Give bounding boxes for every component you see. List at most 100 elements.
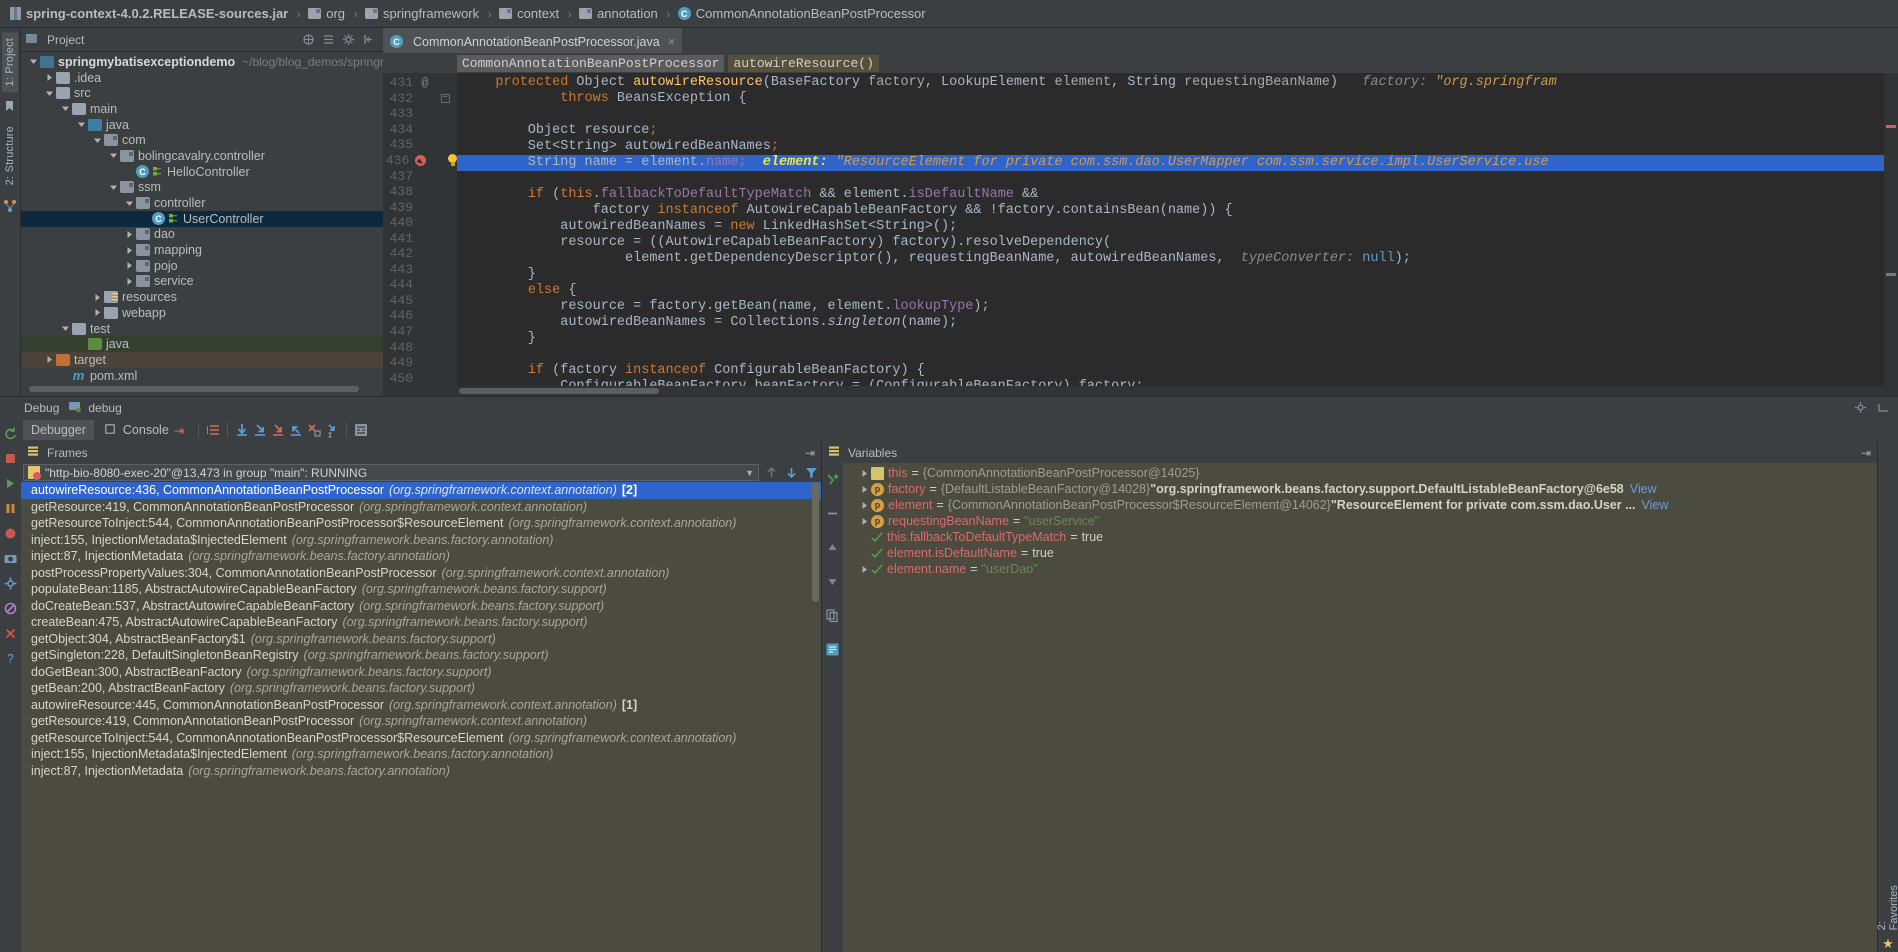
chevron-down-icon[interactable]: ▼: [745, 468, 754, 478]
frame-row[interactable]: inject:155, InjectionMetadata$InjectedEl…: [21, 746, 821, 763]
star-icon[interactable]: ★: [1882, 936, 1894, 952]
gutter-line-439[interactable]: 439: [383, 199, 457, 215]
prev-frame-icon[interactable]: [764, 465, 779, 480]
copy-icon[interactable]: [825, 608, 840, 623]
step-over-icon[interactable]: [234, 422, 250, 438]
tool-tab-favorites[interactable]: 2: Favorites: [1874, 878, 1898, 936]
gutter-line-447[interactable]: 447: [383, 324, 457, 340]
expand-right-icon[interactable]: [857, 501, 871, 510]
hide-pane-icon-2[interactable]: ⇥: [1861, 446, 1871, 460]
force-step-into-icon[interactable]: [270, 422, 286, 438]
scroll-thumb[interactable]: [1886, 273, 1896, 276]
breadcrumb-item-5[interactable]: CCommonAnnotationBeanPostProcessor: [674, 0, 931, 28]
tree-node-ssm[interactable]: ssm: [21, 180, 383, 196]
frames-scrollbar[interactable]: [812, 482, 819, 602]
frame-row[interactable]: inject:87, InjectionMetadata(org.springf…: [21, 548, 821, 565]
gutter-line-437[interactable]: 437: [383, 168, 457, 184]
tree-node-springmybatisexceptiondemo[interactable]: springmybatisexceptiondemo~/blog/blog_de…: [21, 54, 383, 70]
settings-icon[interactable]: [3, 576, 18, 591]
frame-row[interactable]: populateBean:1185, AbstractAutowireCapab…: [21, 581, 821, 598]
breadcrumb-item-1[interactable]: org: [304, 0, 350, 28]
frame-row[interactable]: getResourceToInject:544, CommonAnnotatio…: [21, 730, 821, 747]
tree-node-src[interactable]: src: [21, 85, 383, 101]
step-out-icon[interactable]: [288, 422, 304, 438]
breadcrumb-item-3[interactable]: context: [495, 0, 564, 28]
gutter-line-445[interactable]: 445: [383, 293, 457, 309]
tree-node-webapp[interactable]: webapp: [21, 305, 383, 321]
soft-wrap-icon[interactable]: ⇥: [174, 423, 184, 438]
variable-row[interactable]: pelement={CommonAnnotationBeanPostProces…: [843, 497, 1877, 513]
gutter-line-449[interactable]: 449: [383, 355, 457, 371]
view-link[interactable]: View: [1642, 498, 1669, 512]
tree-node-hellocontroller[interactable]: CHelloController: [21, 164, 383, 180]
project-tree-hscrollbar[interactable]: [29, 384, 377, 393]
expand-right-icon[interactable]: [857, 469, 871, 478]
tree-node-service[interactable]: service: [21, 274, 383, 290]
thread-selector[interactable]: "http-bio-8080-exec-20"@13,473 in group …: [23, 464, 759, 481]
tree-node-test[interactable]: test: [21, 321, 383, 337]
view-link[interactable]: View: [1630, 482, 1657, 496]
evaluate-expression-icon[interactable]: [353, 422, 369, 438]
tree-node-dao[interactable]: dao: [21, 227, 383, 243]
tree-node-mapping[interactable]: mapping: [21, 242, 383, 258]
expand-right-icon[interactable]: [43, 353, 56, 366]
tab-console[interactable]: Console ⇥: [96, 420, 192, 441]
collapse-all-icon[interactable]: [322, 33, 335, 46]
breadcrumb-class[interactable]: CommonAnnotationBeanPostProcessor: [457, 55, 724, 72]
variable-row[interactable]: this={CommonAnnotationBeanPostProcessor@…: [843, 465, 1877, 481]
expand-right-icon[interactable]: [123, 244, 136, 257]
variable-row[interactable]: element.isDefaultName=true: [843, 545, 1877, 561]
gutter-line-431[interactable]: 431@: [383, 75, 457, 91]
expand-right-icon[interactable]: [91, 291, 104, 304]
code-content[interactable]: protected Object autowireResource(BaseFa…: [457, 73, 1884, 386]
expand-down-icon[interactable]: [43, 87, 56, 100]
gear-icon[interactable]: [342, 33, 355, 46]
expand-right-icon[interactable]: [43, 71, 56, 84]
editor-hscrollbar[interactable]: [383, 386, 1898, 396]
expand-right-icon[interactable]: [857, 517, 871, 526]
breadcrumb-method[interactable]: autowireResource(): [728, 55, 878, 72]
gutter-line-434[interactable]: 434: [383, 122, 457, 138]
resume-icon[interactable]: [3, 476, 18, 491]
next-frame-icon[interactable]: [784, 465, 799, 480]
pause-icon[interactable]: [3, 501, 18, 516]
tree-node-bolingcavalry-controller[interactable]: bolingcavalry.controller: [21, 148, 383, 164]
expand-down-icon[interactable]: [27, 55, 40, 68]
tool-tab-structure[interactable]: 2: Structure: [2, 120, 18, 191]
expand-right-icon[interactable]: [857, 565, 871, 574]
frame-row[interactable]: autowireResource:445, CommonAnnotationBe…: [21, 697, 821, 714]
editor-right-gutter[interactable]: [1884, 73, 1898, 386]
run-to-cursor-icon[interactable]: [324, 422, 340, 438]
frames-list[interactable]: autowireResource:436, CommonAnnotationBe…: [21, 482, 821, 952]
gutter-line-438[interactable]: 438: [383, 184, 457, 200]
breadcrumb-item-4[interactable]: annotation: [575, 0, 663, 28]
frame-row[interactable]: autowireResource:436, CommonAnnotationBe…: [21, 482, 821, 499]
hierarchy-icon[interactable]: [3, 199, 17, 213]
close-icon[interactable]: [3, 626, 18, 641]
expand-down-icon[interactable]: [107, 149, 120, 162]
bookmark-icon[interactable]: [3, 99, 17, 113]
add-watch-icon[interactable]: [825, 472, 840, 487]
step-into-icon[interactable]: [252, 422, 268, 438]
gutter-line-448[interactable]: 448: [383, 339, 457, 355]
expand-down-icon[interactable]: [59, 102, 72, 115]
mute-breakpoints-icon[interactable]: [3, 601, 18, 616]
frame-row[interactable]: inject:87, InjectionMetadata(org.springf…: [21, 763, 821, 780]
tree-node-pom-xml[interactable]: mpom.xml: [21, 368, 383, 382]
locate-icon[interactable]: [302, 33, 315, 46]
hide-pane-icon[interactable]: ⇥: [805, 446, 815, 460]
frame-row[interactable]: doGetBean:300, AbstractBeanFactory(org.s…: [21, 664, 821, 681]
gutter-line-444[interactable]: 444: [383, 277, 457, 293]
tree-node-com[interactable]: com: [21, 132, 383, 148]
tree-node-resources[interactable]: resources: [21, 289, 383, 305]
frame-row[interactable]: getObject:304, AbstractBeanFactory$1(org…: [21, 631, 821, 648]
gutter-line-440[interactable]: 440: [383, 215, 457, 231]
expand-down-icon[interactable]: [75, 118, 88, 131]
gutter-line-441[interactable]: 441: [383, 230, 457, 246]
gutter-line-442[interactable]: 442: [383, 246, 457, 262]
tree-node-java[interactable]: java: [21, 117, 383, 133]
expand-down-icon[interactable]: [107, 181, 120, 194]
tab-debugger[interactable]: Debugger: [23, 420, 94, 440]
variable-row[interactable]: pfactory={DefaultListableBeanFactory@140…: [843, 481, 1877, 497]
stop-icon[interactable]: [3, 451, 18, 466]
